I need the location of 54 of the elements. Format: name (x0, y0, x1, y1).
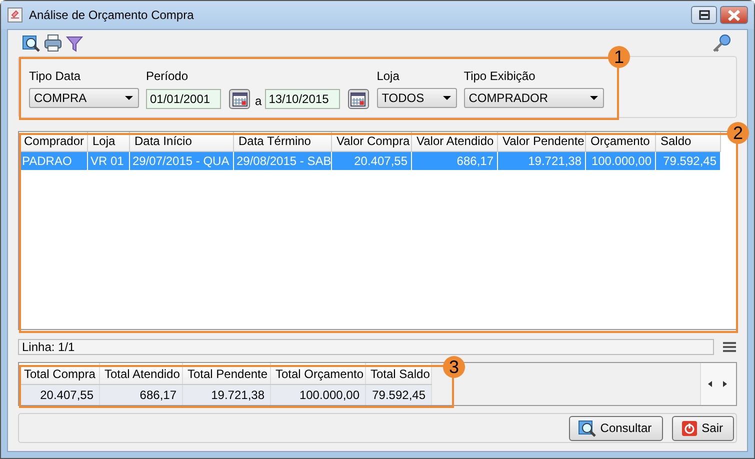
exit-button[interactable]: Sair (672, 416, 734, 440)
column-header: Total Atendido (99, 363, 182, 384)
close-button[interactable] (720, 6, 748, 24)
table-cell: 100.000,00 (585, 151, 655, 170)
table-cell: PADRAO (19, 151, 87, 170)
key-icon[interactable] (712, 34, 731, 52)
total-cell: 686,17 (99, 384, 182, 405)
table-cell: 29/08/2015 - SAB (233, 151, 331, 170)
dropdown-value: COMPRADOR (468, 90, 548, 107)
status-text: Linha: 1/1 (18, 339, 714, 355)
date-field[interactable]: 13/10/2015 (264, 89, 340, 109)
date-field[interactable]: 01/01/2001 (146, 89, 221, 109)
dropdown[interactable]: COMPRADOR (464, 88, 604, 108)
table-cell: 686,17 (411, 151, 497, 170)
calendar-icon (232, 91, 248, 107)
dropdown-value: TODOS (382, 90, 424, 107)
caret-icon (442, 96, 451, 100)
app-icon (7, 7, 23, 23)
printer-icon[interactable] (44, 34, 62, 52)
table-cell: 20.407,55 (331, 151, 411, 170)
window-title: Análise de Orçamento Compra (29, 7, 194, 24)
field-label: Período (146, 68, 190, 85)
funnel-icon[interactable] (66, 34, 83, 52)
separator-text: a (255, 93, 262, 110)
restore-button[interactable] (691, 6, 717, 24)
field-label: Tipo Exibição (464, 68, 536, 85)
column-header: Total Orçamento (270, 363, 365, 384)
calendar-button[interactable] (229, 89, 250, 109)
scroll-right-icon[interactable] (722, 380, 728, 388)
table-cell: VR 01 (87, 151, 129, 170)
table-cell: 29/07/2015 - QUA (129, 151, 233, 170)
menu-icon[interactable] (722, 340, 737, 354)
dropdown[interactable]: TODOS (376, 88, 457, 108)
search-button[interactable]: Consultar (569, 416, 663, 440)
search-icon[interactable] (22, 34, 40, 52)
close-icon (725, 8, 743, 22)
field-label: Tipo Data (29, 68, 82, 85)
total-cell: 79.592,45 (365, 384, 431, 405)
caret-icon (590, 96, 598, 100)
dropdown[interactable]: COMPRA (29, 88, 139, 108)
total-cell: 19.721,38 (182, 384, 270, 405)
calendar-icon (350, 91, 366, 107)
total-cell: 20.407,55 (19, 384, 99, 405)
table-cell: 19.721,38 (497, 151, 585, 170)
power-icon (680, 420, 698, 436)
search-icon (578, 419, 596, 437)
calendar-button[interactable] (348, 89, 369, 109)
column-header: Total Pendente (182, 363, 270, 384)
total-cell: 100.000,00 (270, 384, 365, 405)
field-label: Loja (376, 68, 400, 85)
caret-icon (125, 96, 133, 100)
table-cell: 79.592,45 (655, 151, 720, 170)
dropdown-value: COMPRA (34, 90, 87, 107)
scroll-left-icon[interactable] (707, 380, 713, 388)
